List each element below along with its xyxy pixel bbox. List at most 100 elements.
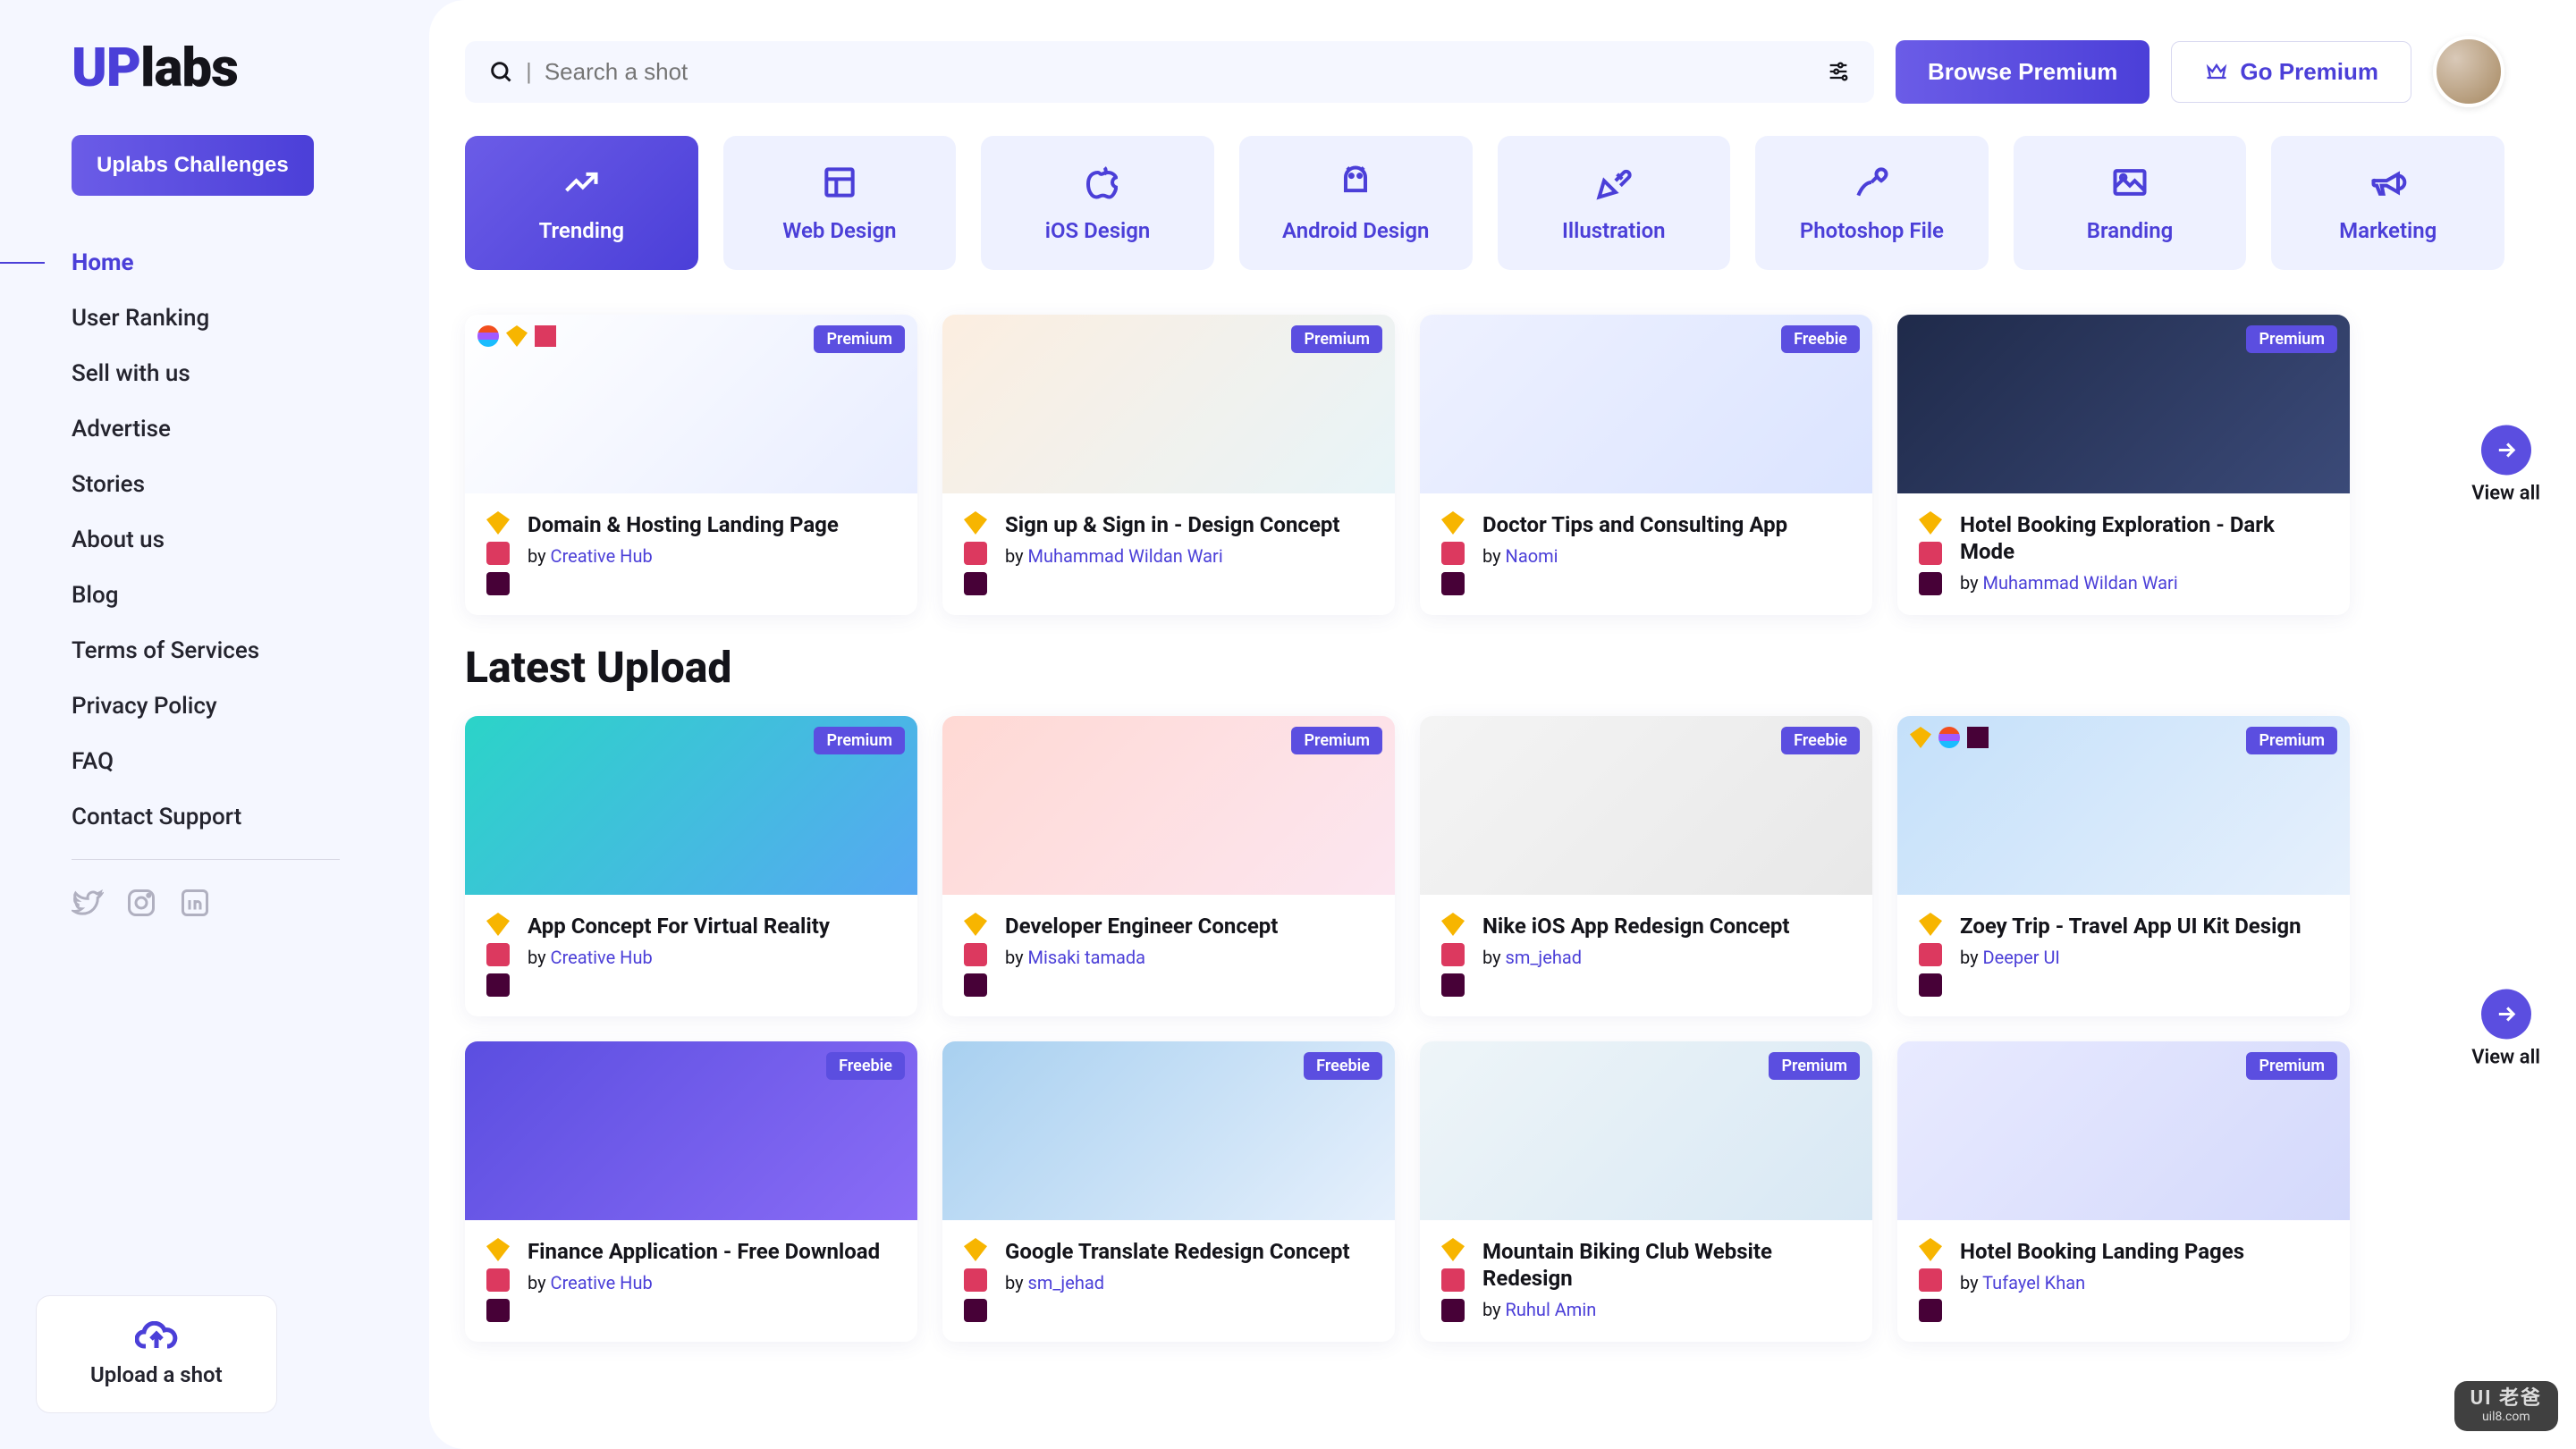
user-avatar[interactable]	[2433, 36, 2504, 107]
watermark: UI 老爸 uil8.com	[2454, 1381, 2558, 1431]
category-marketing[interactable]: Marketing	[2271, 136, 2504, 270]
shot-card[interactable]: Freebie Doctor Tips and Consulting App b…	[1420, 315, 1872, 615]
challenges-button[interactable]: Uplabs Challenges	[72, 135, 314, 196]
nav-item-about-us[interactable]: About us	[72, 527, 429, 553]
category-web-design[interactable]: Web Design	[723, 136, 957, 270]
nav-item-advertise[interactable]: Advertise	[72, 416, 429, 442]
nav-link[interactable]: Contact Support	[72, 804, 241, 830]
filter-settings-icon[interactable]	[1826, 59, 1851, 84]
category-photoshop-file[interactable]: Photoshop File	[1755, 136, 1989, 270]
nav-link[interactable]: Privacy Policy	[72, 693, 217, 720]
sketch-icon	[1910, 727, 1931, 748]
shot-thumbnail: Premium	[942, 315, 1395, 493]
tool-icon-stack	[1441, 913, 1465, 997]
nav-item-blog[interactable]: Blog	[72, 582, 429, 609]
nav-item-privacy-policy[interactable]: Privacy Policy	[72, 693, 429, 720]
invision-icon	[486, 1268, 510, 1292]
shot-card[interactable]: Premium Mountain Biking Club Website Red…	[1420, 1041, 1872, 1342]
browse-premium-button[interactable]: Browse Premium	[1896, 40, 2149, 104]
category-android-design[interactable]: Android Design	[1239, 136, 1473, 270]
shot-title: Google Translate Redesign Concept	[1005, 1238, 1373, 1265]
category-trending[interactable]: Trending	[465, 136, 698, 270]
shot-author-line: by Muhammad Wildan Wari	[1005, 545, 1373, 567]
nav-item-home[interactable]: Home	[72, 249, 429, 276]
shot-author-link[interactable]: Creative Hub	[551, 1272, 653, 1293]
nav-link[interactable]: Blog	[72, 582, 119, 609]
shot-title: Sign up & Sign in - Design Concept	[1005, 511, 1373, 538]
view-all-trending[interactable]: View all	[2471, 425, 2540, 505]
shot-card[interactable]: Premium Hotel Booking Exploration - Dark…	[1897, 315, 2350, 615]
go-premium-button[interactable]: Go Premium	[2171, 41, 2411, 103]
shot-thumbnail: Premium	[1897, 1041, 2350, 1220]
nav-item-user-ranking[interactable]: User Ranking	[72, 305, 429, 332]
logo-part-up: UP	[72, 36, 140, 99]
tool-icon-stack	[1441, 1238, 1465, 1322]
nav-link[interactable]: About us	[72, 527, 165, 553]
shot-card[interactable]: Premium Domain & Hosting Landing Page by…	[465, 315, 917, 615]
shot-author-link[interactable]: sm_jehad	[1028, 1272, 1104, 1293]
sketch-icon	[486, 913, 510, 936]
shot-card[interactable]: Premium Zoey Trip - Travel App UI Kit De…	[1897, 716, 2350, 1016]
illustration-icon	[1594, 163, 1634, 202]
shot-author-link[interactable]: Tufayel Khan	[1982, 1272, 2085, 1293]
instagram-icon[interactable]	[125, 887, 157, 919]
shot-author-line: by sm_jehad	[1482, 947, 1851, 968]
shot-card[interactable]: Premium App Concept For Virtual Reality …	[465, 716, 917, 1016]
premium-badge: Premium	[1291, 727, 1382, 754]
card-body: Zoey Trip - Travel App UI Kit Design by …	[1897, 895, 2350, 1016]
view-all-latest[interactable]: View all	[2471, 990, 2540, 1069]
category-label: Marketing	[2339, 218, 2437, 243]
category-ios-design[interactable]: iOS Design	[981, 136, 1214, 270]
linkedin-icon[interactable]	[179, 887, 211, 919]
shot-thumbnail: Freebie	[1420, 315, 1872, 493]
android-design-icon	[1336, 163, 1375, 202]
arrow-right-icon	[2481, 990, 2531, 1040]
tool-icon-stack	[964, 511, 987, 595]
nav-link[interactable]: Advertise	[72, 416, 171, 442]
shot-card[interactable]: Premium Hotel Booking Landing Pages by T…	[1897, 1041, 2350, 1342]
nav-link[interactable]: Sell with us	[72, 360, 190, 387]
nav-link[interactable]: Stories	[72, 471, 145, 498]
shot-author-link[interactable]: Misaki tamada	[1028, 947, 1145, 968]
branding-icon	[2110, 163, 2149, 202]
logo[interactable]: UPlabs	[72, 36, 429, 99]
search-box[interactable]: |	[465, 41, 1874, 103]
nav-link[interactable]: User Ranking	[72, 305, 209, 332]
shot-author-line: by Tufayel Khan	[1960, 1272, 2328, 1293]
shot-author-link[interactable]: Ruhul Amin	[1506, 1299, 1597, 1320]
nav-link[interactable]: Terms of Services	[72, 637, 259, 664]
nav-link[interactable]: FAQ	[72, 748, 114, 775]
shot-author-link[interactable]: Creative Hub	[551, 545, 653, 567]
shot-card[interactable]: Freebie Google Translate Redesign Concep…	[942, 1041, 1395, 1342]
shot-card[interactable]: Premium Sign up & Sign in - Design Conce…	[942, 315, 1395, 615]
sketch-icon	[486, 1238, 510, 1261]
sidebar: UPlabs Uplabs Challenges Home User Rankin…	[0, 0, 429, 1449]
nav-item-stories[interactable]: Stories	[72, 471, 429, 498]
shot-card[interactable]: Freebie Finance Application - Free Downl…	[465, 1041, 917, 1342]
premium-badge: Premium	[2246, 1052, 2337, 1080]
category-label: Branding	[2087, 218, 2174, 243]
xd-icon	[486, 1299, 510, 1322]
figma-icon	[1938, 727, 1960, 748]
shot-author-link[interactable]: Muhammad Wildan Wari	[1983, 572, 2178, 594]
nav-item-sell-with-us[interactable]: Sell with us	[72, 360, 429, 387]
twitter-icon[interactable]	[72, 887, 104, 919]
shot-card[interactable]: Premium Developer Engineer Concept by Mi…	[942, 716, 1395, 1016]
shot-card[interactable]: Freebie Nike iOS App Redesign Concept by…	[1420, 716, 1872, 1016]
shot-author-link[interactable]: Deeper UI	[1983, 947, 2060, 968]
category-branding[interactable]: Branding	[2014, 136, 2247, 270]
xd-icon	[486, 572, 510, 595]
shot-author-link[interactable]: Creative Hub	[551, 947, 653, 968]
nav-link[interactable]: Home	[72, 249, 134, 276]
upload-shot-button[interactable]: Upload a shot	[36, 1295, 277, 1413]
search-input[interactable]	[545, 58, 1826, 86]
xd-icon	[1919, 1299, 1942, 1322]
shot-author-link[interactable]: sm_jehad	[1506, 947, 1582, 968]
shot-title: Hotel Booking Exploration - Dark Mode	[1960, 511, 2328, 565]
category-illustration[interactable]: Illustration	[1498, 136, 1731, 270]
nav-item-faq[interactable]: FAQ	[72, 748, 429, 775]
nav-item-contact-support[interactable]: Contact Support	[72, 804, 429, 830]
shot-author-link[interactable]: Muhammad Wildan Wari	[1028, 545, 1223, 567]
shot-author-link[interactable]: Naomi	[1506, 545, 1558, 567]
nav-item-terms-of-services[interactable]: Terms of Services	[72, 637, 429, 664]
